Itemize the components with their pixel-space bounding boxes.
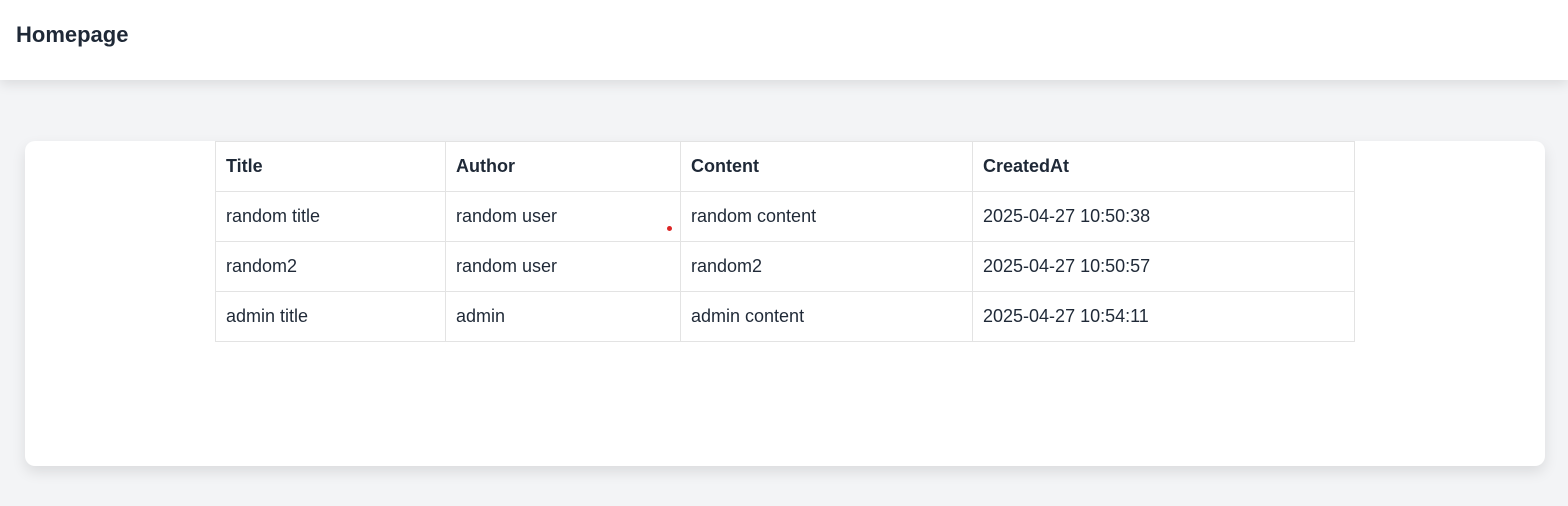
posts-card: Title Author Content CreatedAt random ti…	[25, 141, 1545, 466]
cell-content: random content	[680, 191, 973, 242]
table-body: random title random user random content …	[215, 191, 1355, 342]
cell-title: random2	[215, 241, 446, 292]
header-row: Title Author Content CreatedAt	[215, 141, 1355, 192]
page-title: Homepage	[16, 22, 129, 47]
cell-createdat: 2025-04-27 10:50:57	[972, 241, 1355, 292]
table-row: admin title admin admin content 2025-04-…	[215, 291, 1355, 342]
table-row: random title random user random content …	[215, 191, 1355, 242]
cell-createdat: 2025-04-27 10:54:11	[972, 291, 1355, 342]
cell-content: admin content	[680, 291, 973, 342]
cell-createdat: 2025-04-27 10:50:38	[972, 191, 1355, 242]
cell-author: random user	[445, 241, 681, 292]
column-header-content: Content	[680, 141, 973, 192]
red-dot-marker	[667, 226, 672, 231]
cell-content: random2	[680, 241, 973, 292]
column-header-title: Title	[215, 141, 446, 192]
cell-title: admin title	[215, 291, 446, 342]
column-header-createdat: CreatedAt	[972, 141, 1355, 192]
column-header-author: Author	[445, 141, 681, 192]
table-row: random2 random user random2 2025-04-27 1…	[215, 241, 1355, 292]
table-header: Title Author Content CreatedAt	[215, 141, 1355, 192]
cell-title: random title	[215, 191, 446, 242]
cell-author: admin	[445, 291, 681, 342]
top-header: Homepage	[0, 0, 1568, 80]
posts-table: Title Author Content CreatedAt random ti…	[215, 141, 1355, 342]
cell-author: random user	[445, 191, 681, 242]
